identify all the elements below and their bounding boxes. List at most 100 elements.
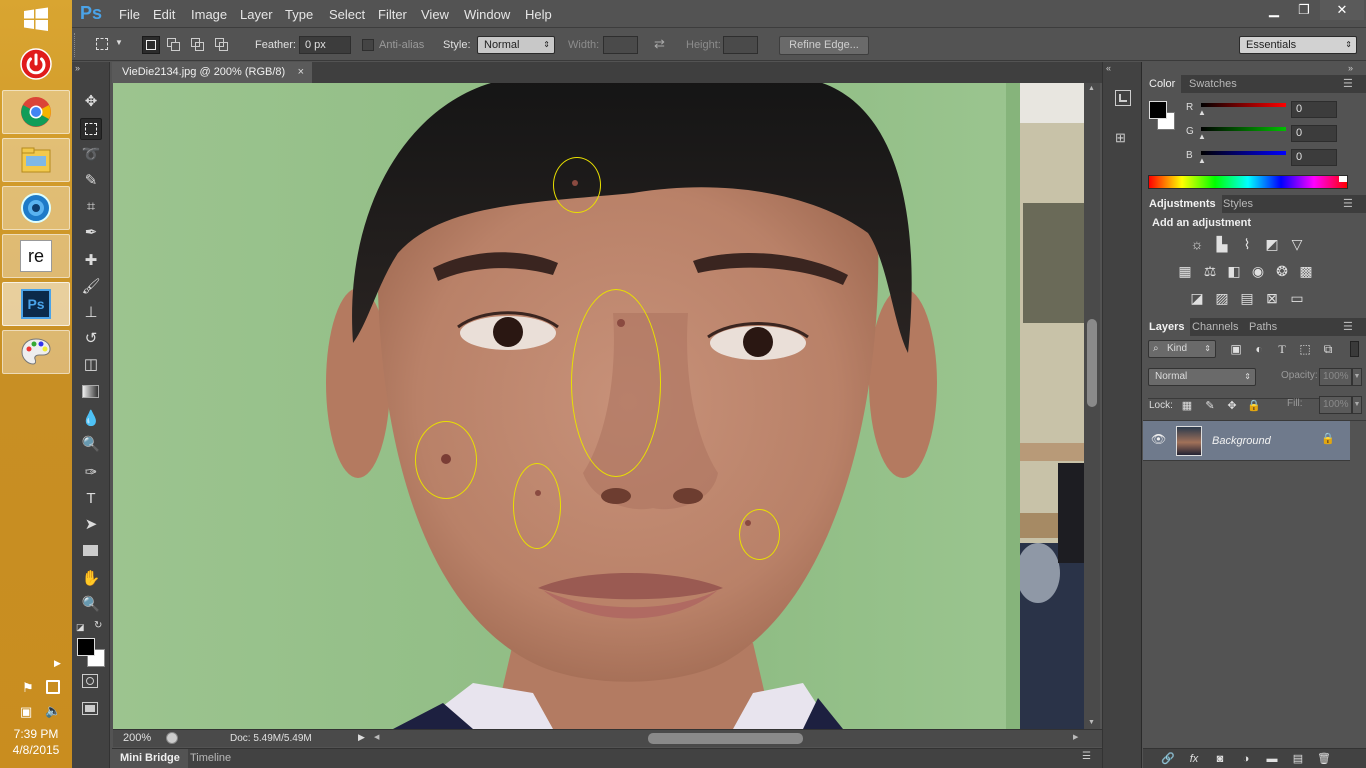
screen-mode-icon[interactable] xyxy=(82,702,98,715)
menu-edit[interactable]: Edit xyxy=(153,7,175,22)
tab-adjustments[interactable]: Adjustments xyxy=(1143,195,1222,213)
action-center-icon[interactable]: ⚑ xyxy=(22,680,34,696)
levels-icon[interactable]: ▙ xyxy=(1213,236,1231,252)
opacity-dropdown-icon[interactable]: ▼ xyxy=(1352,368,1362,386)
selective-color-icon[interactable]: ⊠ xyxy=(1263,290,1281,306)
scroll-left-arrow-icon[interactable]: ◀ xyxy=(374,733,379,741)
document-tab[interactable]: VieDie2134.jpg @ 200% (RGB/8) × xyxy=(112,62,312,83)
blemish-selection-right-cheek[interactable] xyxy=(739,509,780,560)
blemish-selection-nose[interactable] xyxy=(571,289,661,477)
brightness-contrast-icon[interactable]: ☼ xyxy=(1188,236,1206,252)
color-balance-icon[interactable]: ⚖ xyxy=(1201,263,1219,279)
clone-stamp-tool-icon[interactable]: ⊥ xyxy=(80,302,102,324)
vertical-scrollbar[interactable]: ▲ ▼ xyxy=(1084,83,1100,729)
volume-icon[interactable]: 🔈 xyxy=(45,703,61,719)
green-slider-thumb[interactable]: ▲ xyxy=(1198,132,1206,141)
menu-type[interactable]: Type xyxy=(285,7,313,22)
close-button[interactable]: ✕ xyxy=(1320,0,1364,20)
threshold-icon[interactable]: ▤ xyxy=(1238,290,1256,306)
panel-menu-icon[interactable]: ☰ xyxy=(1343,195,1353,213)
workspace-select[interactable]: Essentials ⇕ xyxy=(1239,36,1357,54)
width-field[interactable] xyxy=(603,36,638,54)
exposure-icon[interactable]: ◩ xyxy=(1263,236,1281,252)
filter-adjustment-icon[interactable]: ◐ xyxy=(1250,341,1268,357)
horizontal-scroll-thumb[interactable] xyxy=(648,733,803,744)
blue-slider[interactable] xyxy=(1201,151,1286,155)
panel-menu-icon[interactable]: ☰ xyxy=(1082,751,1091,762)
blue-slider-thumb[interactable]: ▲ xyxy=(1198,156,1206,165)
tab-mini-bridge[interactable]: Mini Bridge xyxy=(112,749,188,768)
color-lookup-icon[interactable]: ▩ xyxy=(1297,263,1315,279)
crop-tool-icon[interactable]: ⌗ xyxy=(80,196,102,218)
right-collapse-icon[interactable]: » xyxy=(1348,63,1353,73)
brush-tool-icon[interactable]: 🖌 xyxy=(80,276,102,298)
rectangle-tool-icon[interactable] xyxy=(80,540,102,562)
red-slider[interactable] xyxy=(1201,103,1286,107)
foreground-color-swatch[interactable] xyxy=(77,638,95,656)
new-adjustment-layer-icon[interactable]: ◑ xyxy=(1237,751,1255,767)
lock-image-icon[interactable]: ✎ xyxy=(1201,398,1219,414)
red-value-field[interactable]: 0 xyxy=(1291,101,1337,118)
tab-color[interactable]: Color xyxy=(1143,75,1182,93)
pen-tool-icon[interactable]: ✑ xyxy=(80,462,102,484)
blemish-selection-left-cheek[interactable] xyxy=(415,421,477,499)
tool-preset-picker[interactable]: ▼ xyxy=(94,37,124,53)
feather-field[interactable]: 0 px xyxy=(299,36,351,54)
new-layer-icon[interactable]: ▤ xyxy=(1289,751,1307,767)
filter-type-icon[interactable]: T xyxy=(1273,341,1291,357)
battery-icon[interactable] xyxy=(46,680,60,694)
taskbar-app-photoshop[interactable]: Ps xyxy=(2,282,70,326)
add-to-selection-icon[interactable] xyxy=(166,37,182,53)
lock-transparent-icon[interactable]: ▦ xyxy=(1178,398,1196,414)
restore-button[interactable]: ❐ xyxy=(1288,0,1320,20)
scroll-down-arrow-icon[interactable]: ▼ xyxy=(1088,719,1095,726)
menu-select[interactable]: Select xyxy=(329,7,365,22)
menu-image[interactable]: Image xyxy=(191,7,227,22)
panel-menu-icon[interactable]: ☰ xyxy=(1343,318,1353,336)
layer-filter-kind-select[interactable]: ⌕ Kind ⇕ xyxy=(1148,340,1216,358)
swap-dimensions-icon[interactable]: ⇄ xyxy=(654,36,665,52)
fill-dropdown-icon[interactable]: ▼ xyxy=(1352,396,1362,414)
height-field[interactable] xyxy=(723,36,758,54)
green-slider[interactable] xyxy=(1201,127,1286,131)
lock-position-icon[interactable]: ✥ xyxy=(1223,398,1241,414)
menu-layer[interactable]: Layer xyxy=(240,7,273,22)
eraser-tool-icon[interactable]: ◫ xyxy=(80,354,102,376)
minimize-button[interactable]: ▁ xyxy=(1258,0,1290,20)
lock-all-icon[interactable]: 🔒 xyxy=(1245,398,1263,414)
panel-menu-icon[interactable]: ☰ xyxy=(1343,75,1353,93)
lasso-tool-icon[interactable]: ➰ xyxy=(80,144,102,166)
tab-swatches[interactable]: Swatches xyxy=(1183,75,1243,93)
red-slider-thumb[interactable]: ▲ xyxy=(1198,108,1206,117)
zoom-tool-icon[interactable]: 🔍 xyxy=(80,594,102,616)
blue-value-field[interactable]: 0 xyxy=(1291,149,1337,166)
delete-layer-icon[interactable]: 🗑 xyxy=(1315,751,1333,767)
blemish-selection-forehead[interactable] xyxy=(553,157,601,213)
intersect-selection-icon[interactable] xyxy=(214,37,230,53)
black-white-icon[interactable]: ◧ xyxy=(1225,263,1243,279)
filter-shape-icon[interactable]: ⬚ xyxy=(1296,341,1314,357)
taskbar-app-chrome[interactable] xyxy=(2,90,70,134)
vertical-scroll-thumb[interactable] xyxy=(1087,319,1097,407)
tray-expand-icon[interactable]: ▶ xyxy=(54,658,61,669)
tab-channels[interactable]: Channels xyxy=(1186,318,1244,336)
gradient-map-icon[interactable]: ▭ xyxy=(1288,290,1306,306)
eyedropper-tool-icon[interactable]: ✒ xyxy=(80,222,102,244)
tab-styles[interactable]: Styles xyxy=(1217,195,1259,213)
properties-panel-icon[interactable]: ⊞ xyxy=(1115,130,1131,146)
new-selection-icon[interactable] xyxy=(142,36,160,54)
link-layers-icon[interactable]: 🔗 xyxy=(1159,751,1177,767)
opacity-field[interactable]: 100% xyxy=(1319,368,1352,386)
tab-paths[interactable]: Paths xyxy=(1243,318,1283,336)
layer-lock-icon[interactable]: 🔒 xyxy=(1321,432,1335,445)
default-colors-icon[interactable]: ◪ xyxy=(76,622,85,633)
menu-file[interactable]: File xyxy=(119,7,140,22)
menu-filter[interactable]: Filter xyxy=(378,7,407,22)
green-value-field[interactable]: 0 xyxy=(1291,125,1337,142)
filter-toggle-switch[interactable] xyxy=(1350,341,1359,357)
blemish-selection-lower-left-cheek[interactable] xyxy=(513,463,561,549)
hand-tool-icon[interactable]: ✋ xyxy=(80,568,102,590)
taskbar-app-power[interactable] xyxy=(2,42,70,86)
menu-window[interactable]: Window xyxy=(464,7,510,22)
hue-saturation-icon[interactable]: ▦ xyxy=(1176,263,1194,279)
